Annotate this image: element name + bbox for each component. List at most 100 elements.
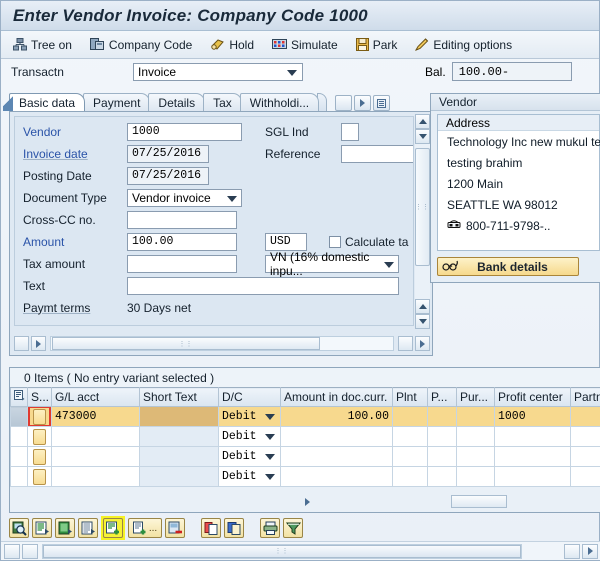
transaction-select[interactable]: Invoice xyxy=(133,63,303,81)
scroll-down-button[interactable] xyxy=(415,129,430,144)
cell-profit-center[interactable]: 1000 xyxy=(495,407,571,427)
cell-profit-center[interactable] xyxy=(495,447,571,467)
tab-basic-data[interactable]: Basic data xyxy=(9,93,85,111)
window-scroll-right-button[interactable] xyxy=(582,544,598,559)
column-header-amount[interactable]: Amount in doc.curr. xyxy=(281,388,393,407)
cell-gl-acct[interactable] xyxy=(52,467,140,487)
table-row[interactable]: Debit xyxy=(11,427,600,447)
row-handle[interactable] xyxy=(11,407,28,427)
row-handle[interactable] xyxy=(11,427,28,447)
column-header-plnt[interactable]: Plnt xyxy=(393,388,428,407)
tab-withholding[interactable]: Withholdi... xyxy=(240,93,319,111)
form-vertical-scrollbar-secondary[interactable] xyxy=(415,299,430,333)
company-code-button[interactable]: Company Code xyxy=(90,38,192,52)
column-header-p[interactable]: P... xyxy=(428,388,457,407)
window-scroll-track[interactable]: ⋮⋮ xyxy=(42,544,522,559)
column-header-partner-pr[interactable]: Partner pr... xyxy=(571,388,600,407)
window-horizontal-scrollbar[interactable]: ⋮⋮ xyxy=(1,541,600,560)
table-row[interactable]: 473000 Debit 100.00 1000 xyxy=(11,407,600,427)
cell-partner-pr[interactable] xyxy=(571,427,600,447)
vendor-input[interactable]: 1000 xyxy=(127,123,242,141)
row-status-cell[interactable] xyxy=(28,447,52,467)
posting-date-input[interactable]: 07/25/2016 xyxy=(127,167,209,185)
table-row[interactable]: Debit xyxy=(11,447,600,467)
insert-multiple-lines-button[interactable]: ... xyxy=(128,518,162,538)
cell-plnt[interactable] xyxy=(393,467,428,487)
grid-footer-scrollbar[interactable] xyxy=(11,493,586,511)
cell-plnt[interactable] xyxy=(393,447,428,467)
tax-amount-input[interactable] xyxy=(127,255,237,273)
tab-next-button[interactable] xyxy=(354,95,371,111)
delete-line-button[interactable] xyxy=(165,518,185,538)
row-handle[interactable] xyxy=(11,447,28,467)
cell-dc[interactable]: Debit xyxy=(219,427,281,447)
row-status-cell[interactable] xyxy=(28,467,52,487)
cell-p[interactable] xyxy=(428,447,457,467)
row-status-cell[interactable] xyxy=(28,427,52,447)
tab-payment[interactable]: Payment xyxy=(83,93,150,111)
cell-partner-pr[interactable] xyxy=(571,467,600,487)
tab-prev-button[interactable] xyxy=(335,95,352,111)
cell-partner-pr[interactable] xyxy=(571,407,600,427)
copy-button[interactable] xyxy=(224,518,244,538)
cell-plnt[interactable] xyxy=(393,427,428,447)
text-input[interactable] xyxy=(127,277,399,295)
print-button[interactable] xyxy=(260,518,280,538)
hscroll-track[interactable]: ⋮⋮ xyxy=(50,336,394,351)
bank-details-button[interactable]: Bank details xyxy=(437,257,579,276)
deselect-lines-button[interactable] xyxy=(55,518,75,538)
form-horizontal-scrollbar[interactable]: ⋮⋮ xyxy=(14,335,430,352)
duplicate-button[interactable] xyxy=(201,518,221,538)
cell-p[interactable] xyxy=(428,467,457,487)
row-status-cell[interactable] xyxy=(28,407,52,427)
hscroll-page-left-button[interactable] xyxy=(398,336,413,351)
tree-on-button[interactable]: Tree on xyxy=(13,38,72,52)
cell-gl-acct[interactable]: 473000 xyxy=(52,407,140,427)
cell-pur[interactable] xyxy=(457,407,495,427)
park-button[interactable]: Park xyxy=(356,38,398,52)
column-header-profit-center[interactable]: Profit center xyxy=(495,388,571,407)
cell-amount[interactable] xyxy=(281,427,393,447)
cell-short-text[interactable] xyxy=(140,407,219,427)
select-all-lines-button[interactable] xyxy=(32,518,52,538)
hscroll-left-button[interactable] xyxy=(14,336,29,351)
cell-gl-acct[interactable] xyxy=(52,447,140,467)
search-doc-button[interactable] xyxy=(9,518,29,538)
hscroll-right-button[interactable] xyxy=(31,336,46,351)
window-scroll-left-page-button[interactable] xyxy=(22,544,38,559)
cell-dc[interactable]: Debit xyxy=(219,467,281,487)
cell-p[interactable] xyxy=(428,427,457,447)
grid-scroll-right-button[interactable] xyxy=(300,495,314,509)
cell-pur[interactable] xyxy=(457,427,495,447)
currency-input[interactable]: USD xyxy=(265,233,307,251)
tab-list-button[interactable] xyxy=(373,95,390,111)
window-scroll-left-button[interactable] xyxy=(4,544,20,559)
form-vertical-scrollbar[interactable]: ⋮⋮ xyxy=(415,114,430,320)
hscroll-page-right-button[interactable] xyxy=(415,336,430,351)
grid-scroll-thumb[interactable] xyxy=(451,495,507,508)
insert-line-button[interactable] xyxy=(103,518,123,538)
scroll-down-button-2[interactable] xyxy=(415,314,430,329)
editing-options-button[interactable]: Editing options xyxy=(415,38,512,52)
invoice-date-input[interactable]: 07/25/2016 xyxy=(127,145,209,163)
row-handle[interactable] xyxy=(11,467,28,487)
column-header-pur[interactable]: Pur... xyxy=(457,388,495,407)
column-header-short-text[interactable]: Short Text xyxy=(140,388,219,407)
cell-dc[interactable]: Debit xyxy=(219,407,281,427)
table-row[interactable]: Debit xyxy=(11,467,600,487)
cell-profit-center[interactable] xyxy=(495,427,571,447)
document-type-select[interactable]: Vendor invoice xyxy=(127,189,242,207)
amount-input[interactable]: 100.00 xyxy=(127,233,237,251)
cross-cc-input[interactable] xyxy=(127,211,237,229)
cell-pur[interactable] xyxy=(457,447,495,467)
column-header-gl-acct[interactable]: G/L acct xyxy=(52,388,140,407)
cell-pur[interactable] xyxy=(457,467,495,487)
cell-short-text[interactable] xyxy=(140,467,219,487)
cell-plnt[interactable] xyxy=(393,407,428,427)
column-header-s[interactable]: S... xyxy=(28,388,52,407)
window-scroll-thumb[interactable]: ⋮⋮ xyxy=(43,545,521,558)
column-header-dc[interactable]: D/C xyxy=(219,388,281,407)
sgl-ind-input[interactable] xyxy=(341,123,359,141)
hscroll-thumb[interactable]: ⋮⋮ xyxy=(52,337,320,350)
scroll-up-button-2[interactable] xyxy=(415,299,430,314)
